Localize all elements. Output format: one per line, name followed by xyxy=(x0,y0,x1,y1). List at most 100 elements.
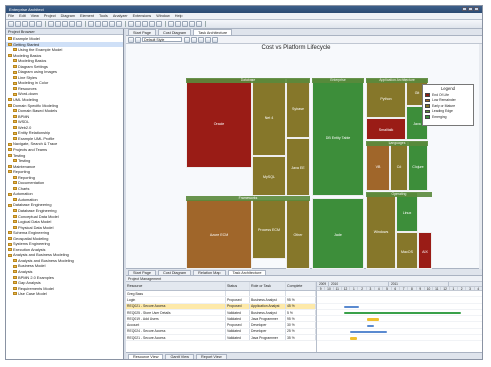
document-tab[interactable]: Start Page xyxy=(128,29,156,35)
bottom-tab[interactable]: Gantt View xyxy=(165,353,194,359)
folder-icon xyxy=(13,264,17,268)
menu-item-extensions[interactable]: Extensions xyxy=(133,14,152,18)
toolbar-icon[interactable] xyxy=(142,21,148,27)
treemap-cell[interactable]: Linux xyxy=(396,192,418,232)
toolbar-icon[interactable] xyxy=(196,21,202,27)
treemap-cell[interactable]: Oracle xyxy=(186,78,252,168)
treemap-group-header: Languages xyxy=(366,141,428,146)
table-cell: Developer xyxy=(250,328,286,335)
treemap-cell[interactable]: C# xyxy=(390,141,408,191)
gantt-bar[interactable] xyxy=(350,337,358,340)
toolbar-icon[interactable] xyxy=(149,21,155,27)
toolbar-icon[interactable] xyxy=(22,21,28,27)
grid-header: Resource Status Role or Task Complete xyxy=(126,282,316,291)
document-tab[interactable]: Task Architecture xyxy=(193,29,233,35)
table-row[interactable]: REQ021 - Secure Access Validated Java Prog… xyxy=(126,335,316,342)
treemap-cell[interactable]: Process ECM xyxy=(252,199,286,259)
toolbar-icon[interactable] xyxy=(36,21,42,27)
toolbar-icon[interactable] xyxy=(102,21,108,27)
treemap-cell[interactable]: Net 4 xyxy=(252,78,286,156)
toolbar-icon[interactable] xyxy=(95,21,101,27)
font-color-icon[interactable] xyxy=(212,36,218,43)
menu-item-diagram[interactable]: Diagram xyxy=(61,14,75,18)
treemap-cell[interactable]: Python xyxy=(366,78,406,118)
gantt-bar[interactable] xyxy=(343,305,359,309)
toolbar-icon[interactable] xyxy=(189,21,195,27)
column-header[interactable]: Complete xyxy=(286,282,316,290)
toolbar-icon[interactable] xyxy=(76,21,82,27)
treemap-group-header: Database xyxy=(186,78,310,83)
menu-item-project[interactable]: Project xyxy=(44,14,56,18)
diagram-tab[interactable]: Start Page xyxy=(128,270,156,275)
treemap-cell[interactable]: Sybase xyxy=(286,78,310,138)
toolbar-icon[interactable] xyxy=(88,21,94,27)
minimize-button[interactable] xyxy=(462,7,467,11)
menu-item-help[interactable]: Help xyxy=(175,14,183,18)
gantt-bar[interactable] xyxy=(367,318,379,321)
bold-icon[interactable] xyxy=(184,36,190,43)
tree-item[interactable]: Use Case Model xyxy=(6,291,123,297)
menu-item-element[interactable]: Element xyxy=(80,14,94,18)
toolbar-icon[interactable] xyxy=(128,21,134,27)
gantt-bar[interactable] xyxy=(350,330,388,334)
treemap-cell-label: Azure ECM xyxy=(209,233,229,237)
line-color-icon[interactable] xyxy=(205,36,211,43)
bottom-tab[interactable]: Resource View xyxy=(128,353,164,359)
folder-icon xyxy=(13,76,17,80)
menu-item-analyzer[interactable]: Analyzer xyxy=(113,14,128,18)
menu-item-file[interactable]: File xyxy=(8,14,14,18)
column-header[interactable]: Status xyxy=(226,282,250,290)
menu-item-window[interactable]: Window xyxy=(156,14,170,18)
toolbar-icon[interactable] xyxy=(168,21,174,27)
toolbar-icon[interactable] xyxy=(182,21,188,27)
diagram-tab[interactable]: Task Architecture xyxy=(227,270,267,275)
folder-icon xyxy=(13,65,17,68)
diagram-canvas[interactable]: Cost vs Platform Lifecycle Oracle Net 4 My… xyxy=(126,44,482,269)
toolbar-icon[interactable] xyxy=(48,21,54,27)
folder-icon xyxy=(8,248,12,252)
vertical-scrollbar[interactable] xyxy=(479,44,482,269)
treemap-cell[interactable]: VB xyxy=(366,141,390,191)
treemap-cell-label: Python xyxy=(380,97,392,101)
close-button[interactable] xyxy=(474,7,479,11)
menu-item-edit[interactable]: Edit xyxy=(19,14,26,18)
document-tab[interactable]: Cost Diagram xyxy=(157,29,192,35)
toolbar-icon[interactable] xyxy=(175,21,181,27)
treemap-cell[interactable]: Windows xyxy=(366,192,396,269)
toolbar-icon[interactable] xyxy=(55,21,61,27)
treemap-cell[interactable]: Jade xyxy=(312,198,364,269)
gantt-bar[interactable] xyxy=(367,324,374,328)
treemap-cell[interactable]: Other xyxy=(286,199,310,269)
treemap-cell[interactable]: DB Entity Table xyxy=(312,78,364,196)
column-header[interactable]: Resource xyxy=(126,282,226,290)
home-icon[interactable] xyxy=(128,36,134,43)
maximize-button[interactable] xyxy=(468,7,473,11)
toolbar-icon[interactable] xyxy=(62,21,68,27)
toolbar-icon[interactable] xyxy=(15,21,21,27)
toolbar-icon[interactable] xyxy=(29,21,35,27)
treemap-cell[interactable]: Java EE xyxy=(286,138,310,196)
toolbar-icon[interactable] xyxy=(69,21,75,27)
toolbar-icon[interactable] xyxy=(8,21,14,27)
fill-color-icon[interactable] xyxy=(198,36,204,43)
treemap-cell[interactable]: Azure ECM xyxy=(186,199,252,269)
treemap-cell-label: MySQL xyxy=(263,175,275,179)
diagram-tab[interactable]: Cost Diagram xyxy=(157,270,192,275)
menu-item-view[interactable]: View xyxy=(31,14,39,18)
back-icon[interactable] xyxy=(135,36,141,43)
toolbar-icon[interactable] xyxy=(116,21,122,27)
treemap-cell[interactable]: AIX xyxy=(418,232,432,269)
toolbar-icon[interactable] xyxy=(135,21,141,27)
treemap-cell[interactable]: Smalltalk xyxy=(366,118,406,140)
toolbar-icon[interactable] xyxy=(109,21,115,27)
italic-icon[interactable] xyxy=(191,36,197,43)
menu-item-tools[interactable]: Tools xyxy=(99,14,108,18)
treemap-cell[interactable]: MySQL xyxy=(252,156,286,196)
diagram-tab[interactable]: Relation Map xyxy=(193,270,226,275)
treemap-cell[interactable]: MacOS xyxy=(396,232,418,269)
toolbar-icon[interactable] xyxy=(156,21,162,27)
style-select[interactable]: Default Style xyxy=(142,37,182,42)
bottom-tab[interactable]: Report View xyxy=(195,353,227,359)
column-header[interactable]: Role or Task xyxy=(250,282,286,290)
treemap-cell[interactable]: Clojure xyxy=(408,141,428,191)
